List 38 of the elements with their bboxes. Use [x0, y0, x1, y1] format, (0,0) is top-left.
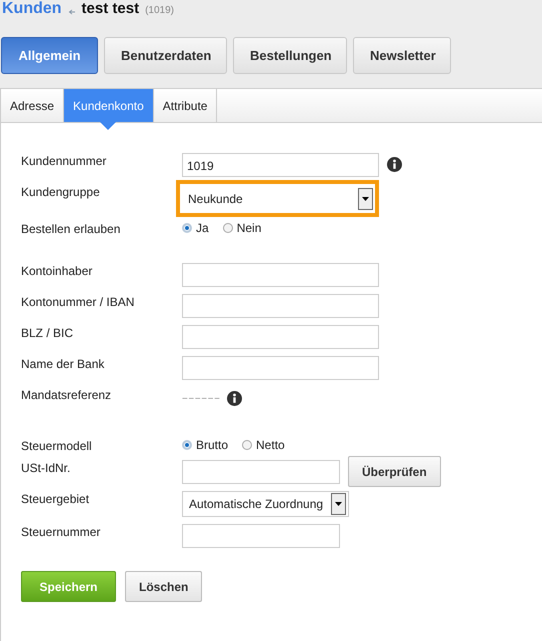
field-label: Steuergebiet: [21, 491, 90, 506]
customer-id: (1019): [145, 4, 174, 18]
arrow-icon: [68, 9, 76, 15]
field-label: Mandatsreferenz: [21, 387, 112, 402]
field-label: Steuermodell: [21, 438, 93, 453]
input-field[interactable]: [182, 262, 379, 286]
info-icon[interactable]: [226, 391, 242, 406]
tab[interactable]: Attribute: [154, 89, 218, 122]
field-label: Kontonummer / IBAN: [21, 294, 136, 309]
input-field[interactable]: [182, 294, 379, 318]
field-label: Name der Bank: [21, 356, 106, 371]
tab-button[interactable]: Bestellungen: [233, 37, 347, 74]
tab-pointer-icon: [100, 122, 116, 130]
field-label: USt-IdNr.: [21, 460, 72, 475]
select-field[interactable]: Neukunde: [176, 180, 379, 217]
input-field[interactable]: 1019: [182, 152, 379, 176]
input-field[interactable]: [182, 356, 379, 380]
radio-option[interactable]: Netto: [242, 438, 285, 452]
info-icon[interactable]: [387, 157, 402, 172]
field-label: Bestellen erlauben: [21, 221, 122, 236]
field-label: Kundengruppe: [21, 184, 101, 199]
radio-option[interactable]: Brutto: [182, 438, 228, 452]
field-label: Kontoinhaber: [21, 263, 94, 278]
input-field[interactable]: [182, 524, 340, 548]
field-label: Kundennummer: [21, 153, 108, 168]
verify-button[interactable]: Überprüfen: [348, 456, 441, 487]
radio-option[interactable]: Nein: [222, 221, 262, 235]
field-label: Steuernummer: [21, 524, 102, 539]
page-title: test test: [82, 0, 140, 18]
field-value: -- -- -- -- -- --: [182, 393, 219, 404]
tab-button[interactable]: Newsletter: [353, 37, 451, 74]
input-field[interactable]: [182, 324, 379, 348]
select-field[interactable]: Automatische Zuordnung: [182, 490, 350, 516]
field-label: BLZ / BIC: [21, 325, 74, 340]
input-field[interactable]: [182, 460, 340, 484]
delete-button[interactable]: Löschen: [125, 571, 202, 602]
tab-button[interactable]: Benutzerdaten: [104, 37, 227, 74]
radio-option[interactable]: Ja: [182, 221, 209, 235]
